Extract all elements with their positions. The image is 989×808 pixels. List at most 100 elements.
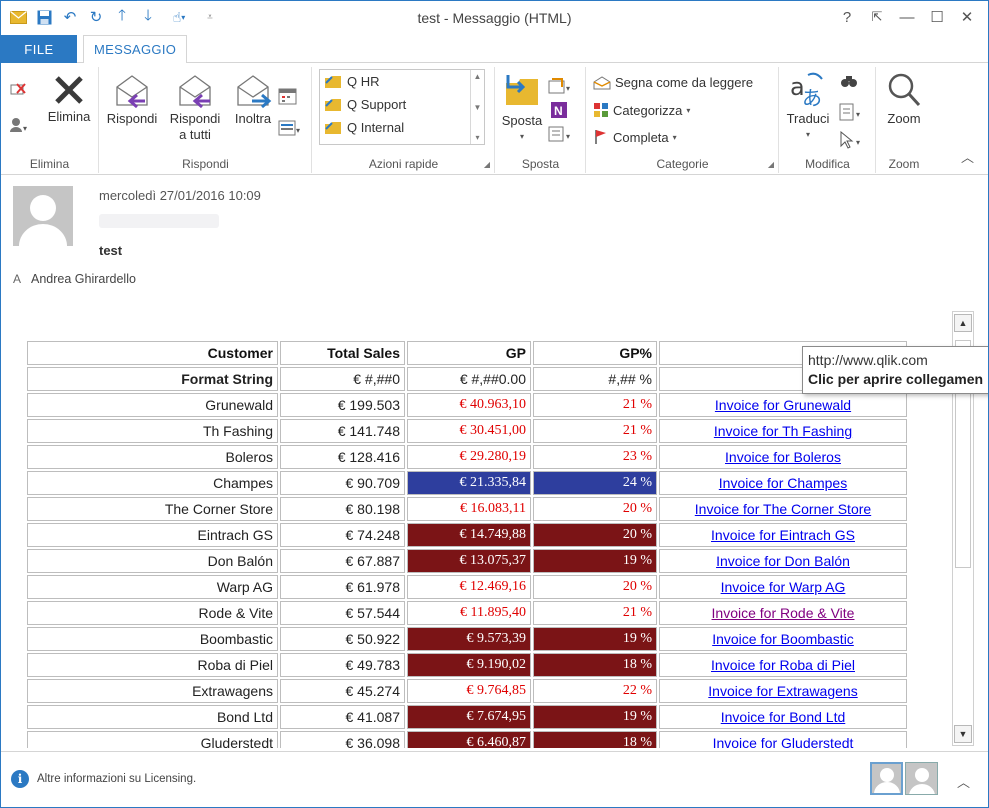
invoice-link[interactable]: Invoice for Champes xyxy=(719,475,847,491)
translate-button[interactable]: aあ Traduci ▾ xyxy=(782,71,834,143)
maximize-icon[interactable]: ☐ xyxy=(922,5,952,29)
cell-gp: € 14.749,88 xyxy=(407,523,531,547)
more-respond-icon[interactable]: ▾ xyxy=(278,119,304,137)
quick-step-hr[interactable]: Q HR xyxy=(320,70,484,93)
tooltip-url: http://www.qlik.com xyxy=(808,352,928,368)
header-gp-pct: GP% xyxy=(533,341,657,365)
scroll-down-icon[interactable]: ▼ xyxy=(954,725,972,743)
cell-customer: Extrawagens xyxy=(27,679,278,703)
cell-gp-pct: 23 % xyxy=(533,445,657,469)
scroll-up-icon[interactable]: ▲ xyxy=(954,314,972,332)
delete-button[interactable]: Elimina xyxy=(43,73,95,125)
group-rispondi: Rispondi Rispondi a tutti Inoltra ▾ Risp… xyxy=(100,67,312,173)
meeting-icon[interactable] xyxy=(278,87,298,105)
ribbon-display-options-icon[interactable]: ⇱ xyxy=(862,5,892,29)
cleanup-icon[interactable]: ▾ xyxy=(9,117,31,133)
sender-avatar[interactable] xyxy=(13,186,73,246)
recipient-name[interactable]: Andrea Ghirardello xyxy=(31,272,136,286)
move-button[interactable]: Sposta ▾ xyxy=(498,71,546,145)
cell-link: Invoice for Th Fashing xyxy=(659,419,907,443)
quick-step-support-label: Q Support xyxy=(347,97,407,112)
invoice-link[interactable]: Invoice for Grunewald xyxy=(715,397,851,413)
sales-table: Customer Total Sales GP GP% Format Strin… xyxy=(25,339,909,748)
group-modifica: aあ Traduci ▾ ▾ ▾ Modifica xyxy=(780,67,876,173)
cell-sales: € 61.978 xyxy=(280,575,405,599)
select-cursor-icon[interactable]: ▾ xyxy=(838,131,864,149)
invoice-link[interactable]: Invoice for Rode & Vite xyxy=(712,605,855,621)
invoice-link[interactable]: Invoice for Bond Ltd xyxy=(721,709,846,725)
svg-text:▾: ▾ xyxy=(856,110,860,119)
dialog-launcher-icon[interactable]: ◢ xyxy=(484,160,490,169)
invoice-link[interactable]: Invoice for Gluderstedt xyxy=(713,735,854,748)
scroll-down-icon[interactable]: ▼ xyxy=(474,103,482,112)
chevron-down-icon: ▾ xyxy=(805,130,810,139)
table-row: Don Balón € 67.887 € 13.075,37 19 % Invo… xyxy=(27,549,907,573)
svg-text:N: N xyxy=(554,104,563,118)
rules-icon[interactable]: ▾ xyxy=(548,77,574,95)
people-pane-avatars xyxy=(870,762,938,795)
cell-sales: € 80.198 xyxy=(280,497,405,521)
categorize-button[interactable]: Categorizza ▾ xyxy=(593,102,690,118)
close-icon[interactable]: ✕ xyxy=(952,5,982,29)
scroll-up-icon[interactable]: ▲ xyxy=(474,72,482,81)
quick-step-support[interactable]: Q Support xyxy=(320,93,484,116)
mark-unread-label: Segna come da leggere xyxy=(615,75,754,90)
help-icon[interactable]: ? xyxy=(832,5,862,29)
zoom-button[interactable]: Zoom xyxy=(879,71,929,127)
chevron-down-icon: ▾ xyxy=(519,132,524,141)
more-icon[interactable]: ▾ xyxy=(475,133,479,142)
invoice-link[interactable]: Invoice for Roba di Piel xyxy=(711,657,855,673)
invoice-link[interactable]: Invoice for Boombastic xyxy=(712,631,854,647)
person-icon xyxy=(874,768,900,793)
follow-up-button[interactable]: Completa ▾ xyxy=(593,129,677,145)
reply-button[interactable]: Rispondi xyxy=(102,73,162,127)
find-icon[interactable] xyxy=(840,73,858,89)
tab-file[interactable]: FILE xyxy=(1,35,77,63)
header-customer: Customer xyxy=(27,341,278,365)
categorize-icon xyxy=(594,103,608,117)
group-label-elimina: Elimina xyxy=(29,157,70,171)
actions-icon[interactable]: ▾ xyxy=(548,125,574,143)
expand-people-pane-icon[interactable]: ︿ xyxy=(957,772,970,791)
envelope-open-icon xyxy=(593,75,611,89)
cell-sales: € 49.783 xyxy=(280,653,405,677)
info-bar[interactable]: i Altre informazioni su Licensing. xyxy=(11,770,196,788)
minimize-icon[interactable]: — xyxy=(892,5,922,29)
collapse-ribbon-icon[interactable]: ︿ xyxy=(961,147,974,166)
cell-sales: € 141.748 xyxy=(280,419,405,443)
cell-gp-pct: 19 % xyxy=(533,705,657,729)
format-gp-pct: #,## % xyxy=(533,367,657,391)
invoice-link[interactable]: Invoice for The Corner Store xyxy=(695,501,871,517)
tab-message[interactable]: MESSAGGIO xyxy=(83,35,188,64)
invoice-link[interactable]: Invoice for Boleros xyxy=(725,449,841,465)
forward-button[interactable]: Inoltra xyxy=(228,73,278,127)
dialog-launcher-icon[interactable]: ◢ xyxy=(768,160,774,169)
table-row: Rode & Vite € 57.544 € 11.895,40 21 % In… xyxy=(27,601,907,625)
ignore-icon[interactable] xyxy=(9,81,27,97)
recipient-line: A Andrea Ghirardello xyxy=(13,272,136,286)
table-row: Boombastic € 50.922 € 9.573,39 19 % Invo… xyxy=(27,627,907,651)
cell-sales: € 128.416 xyxy=(280,445,405,469)
related-icon[interactable]: ▾ xyxy=(838,103,864,121)
invoice-link[interactable]: Invoice for Warp AG xyxy=(721,579,846,595)
person-avatar[interactable] xyxy=(870,762,903,795)
cell-gp-pct: 21 % xyxy=(533,601,657,625)
svg-text:▾: ▾ xyxy=(566,132,570,141)
quick-steps-scroll[interactable]: ▲ ▼ ▾ xyxy=(470,70,484,144)
table-row: Warp AG € 61.978 € 12.469,16 20 % Invoic… xyxy=(27,575,907,599)
invoice-link[interactable]: Invoice for Extrawagens xyxy=(708,683,857,699)
tooltip-hint: Clic per aprire collegamen xyxy=(808,371,984,387)
cell-gp-pct: 18 % xyxy=(533,653,657,677)
cell-gp-pct: 24 % xyxy=(533,471,657,495)
invoice-link[interactable]: Invoice for Don Balón xyxy=(716,553,850,569)
quick-step-internal[interactable]: Q Internal xyxy=(320,116,484,139)
mark-unread-button[interactable]: Segna come da leggere xyxy=(593,75,753,90)
onenote-icon[interactable]: N xyxy=(550,101,568,119)
invoice-link[interactable]: Invoice for Eintrach GS xyxy=(711,527,855,543)
reply-all-button[interactable]: Rispondi a tutti xyxy=(162,73,228,143)
svg-text:▾: ▾ xyxy=(566,84,570,93)
folder-icon xyxy=(325,121,341,134)
message-header: mercoledì 27/01/2016 10:09 test A Andrea … xyxy=(1,176,988,296)
invoice-link[interactable]: Invoice for Th Fashing xyxy=(714,423,852,439)
person-avatar[interactable] xyxy=(905,762,938,795)
